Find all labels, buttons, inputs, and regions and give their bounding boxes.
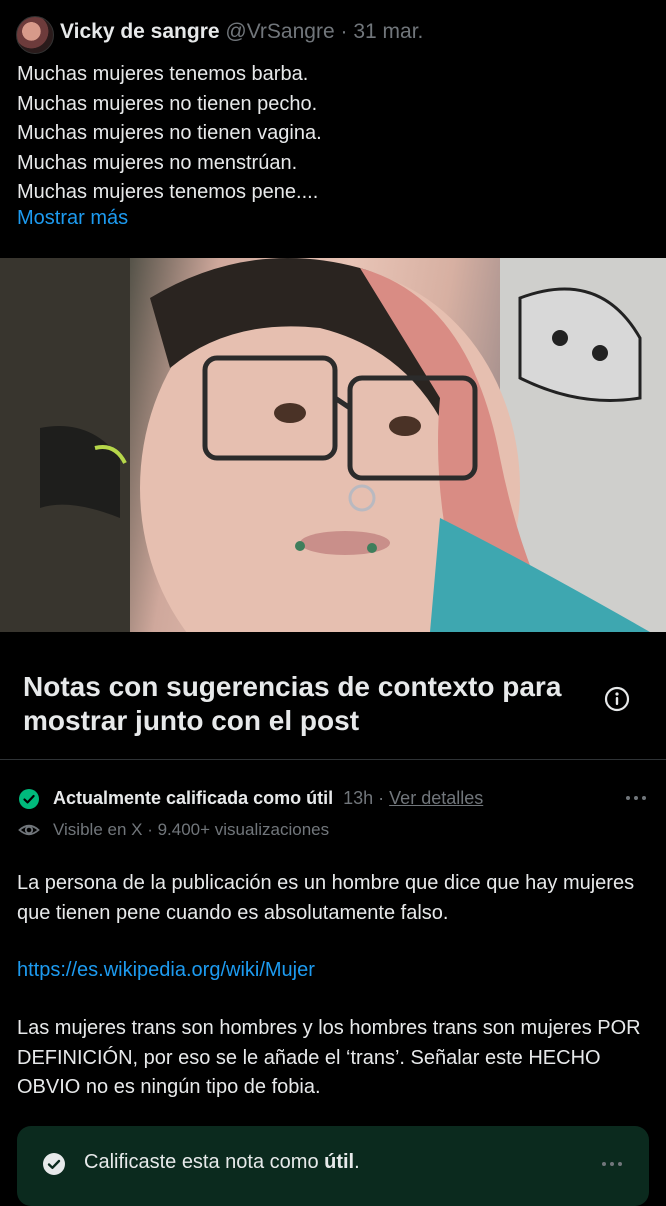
- check-circle-icon: [43, 1153, 65, 1175]
- note-separator: ·: [378, 788, 385, 808]
- tweet-line: Muchas mujeres tenemos barba.: [17, 63, 309, 85]
- rating-suffix: .: [354, 1151, 360, 1173]
- note-status-label: Actualmente calificada como útil: [53, 788, 334, 808]
- note-age: 13h: [343, 788, 374, 808]
- tweet: Vicky de sangre @VrSangre · 31 mar. Much…: [0, 0, 666, 258]
- display-name[interactable]: Vicky de sangre: [60, 20, 220, 43]
- tweet-line: Muchas mujeres no menstrúan.: [17, 151, 298, 174]
- eye-icon: [18, 824, 40, 836]
- note-visibility: Visible en X · 9.400+ visualizaciones: [53, 820, 330, 839]
- avatar[interactable]: [16, 16, 54, 54]
- view-details-link[interactable]: Ver detalles: [389, 788, 483, 808]
- tweet-date[interactable]: 31 mar.: [353, 20, 423, 43]
- more-options-icon[interactable]: [600, 1156, 624, 1172]
- more-options-icon[interactable]: [624, 790, 648, 806]
- tweet-photo[interactable]: [0, 258, 666, 632]
- rating-value: útil: [324, 1151, 355, 1173]
- header-separator: ·: [340, 20, 348, 43]
- tweet-header: Vicky de sangre @VrSangre · 31 mar.: [60, 20, 423, 44]
- tweet-line: Muchas mujeres tenemos pene....: [17, 181, 319, 203]
- note-source-link[interactable]: https://es.wikipedia.org/wiki/Mujer: [17, 956, 657, 986]
- user-handle[interactable]: @VrSangre: [225, 20, 334, 43]
- note-paragraph: Las mujeres trans son hombres y los homb…: [17, 1017, 641, 1098]
- tweet-line: Muchas mujeres no tienen vagina.: [17, 122, 322, 144]
- notes-title: Notas con sugerencias de contexto para m…: [23, 671, 562, 736]
- photo-illustration: [0, 258, 666, 632]
- check-circle-icon: [19, 789, 39, 809]
- show-more-link[interactable]: Mostrar más: [17, 207, 128, 230]
- note-status: Actualmente calificada como útil 13h · V…: [53, 788, 483, 809]
- note-paragraph: La persona de la publicación es un hombr…: [17, 872, 635, 924]
- info-circle-icon[interactable]: [604, 686, 630, 712]
- rating-text: Calificaste esta nota como útil.: [84, 1151, 360, 1174]
- rating-prefix: Calificaste esta nota como: [84, 1151, 319, 1173]
- tweet-text: Muchas mujeres tenemos barba. Muchas muj…: [17, 60, 322, 208]
- tweet-line: Muchas mujeres no tienen pecho.: [17, 92, 318, 115]
